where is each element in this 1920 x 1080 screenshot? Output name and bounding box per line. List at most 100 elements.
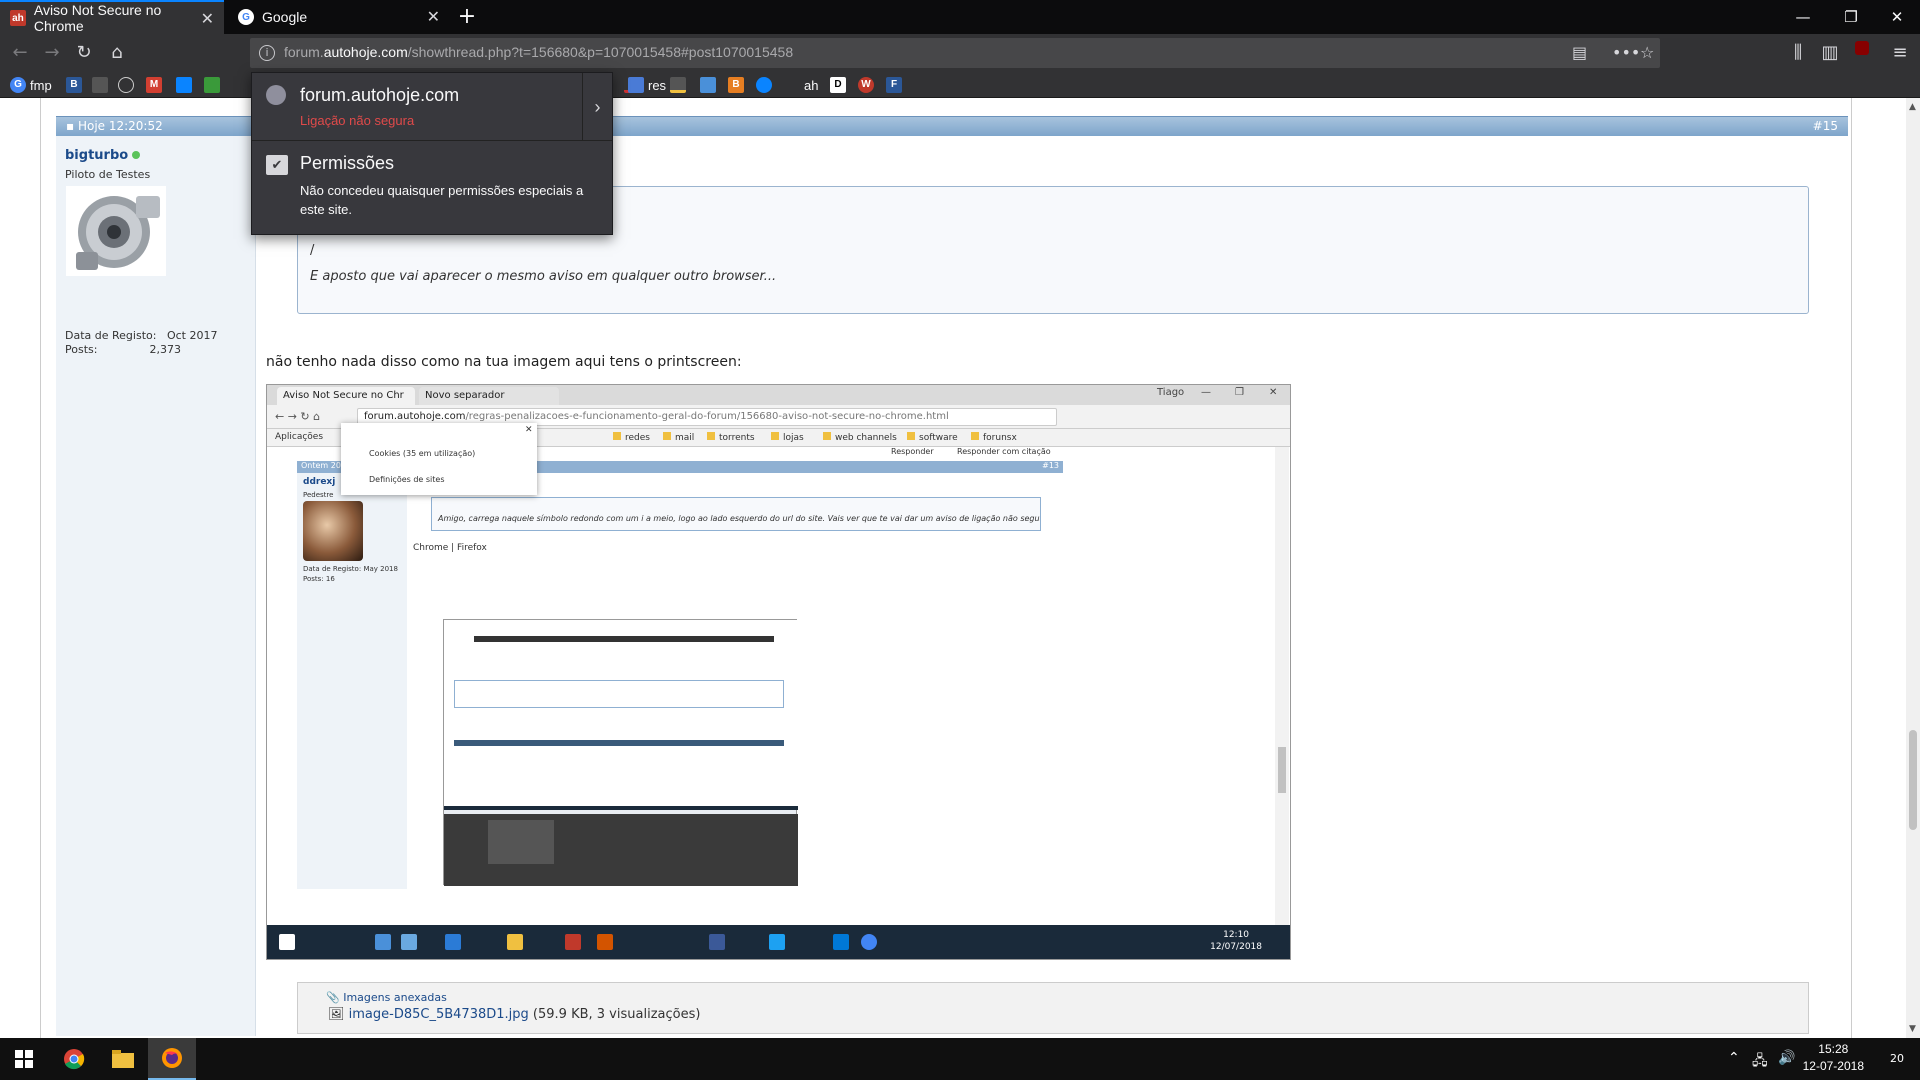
- attachment-link[interactable]: image-D85C_5B4738D1.jpg: [349, 1007, 529, 1022]
- bookmark-icon-5[interactable]: [176, 76, 196, 94]
- shot-app-icon: [597, 934, 613, 950]
- shot-edge-icon: [833, 934, 849, 950]
- restore-button[interactable]: ❐: [1828, 0, 1874, 34]
- insecure-warning: Ligação não segura: [300, 113, 415, 128]
- shot-bookmark: torrents: [707, 432, 755, 443]
- bookmark-f-icon: F: [886, 77, 902, 93]
- shot-nested-screenshots: [443, 619, 798, 886]
- volume-icon[interactable]: 🔊: [1778, 1050, 1795, 1066]
- taskbar-chrome[interactable]: [50, 1038, 98, 1080]
- google-icon: G: [10, 77, 26, 93]
- forward-button[interactable]: →: [38, 40, 66, 66]
- image-file-icon: 🖼: [328, 1007, 345, 1022]
- site-info-icon[interactable]: i: [259, 45, 275, 61]
- attached-screenshot-image[interactable]: Aviso Not Secure no Chr Novo separador T…: [266, 384, 1291, 960]
- show-hidden-icons-icon[interactable]: ⌃: [1728, 1050, 1740, 1066]
- bookmark-icon-13[interactable]: W: [858, 76, 878, 94]
- posts-row: Posts: 2,373: [65, 343, 181, 356]
- bookmark-icon-3[interactable]: [118, 76, 138, 94]
- sidebar-icon[interactable]: ▥: [1816, 40, 1844, 66]
- menu-icon[interactable]: ≡: [1886, 40, 1914, 66]
- action-center-button[interactable]: 20: [1884, 1046, 1910, 1072]
- username-link[interactable]: bigturbo: [65, 148, 141, 163]
- bookmark-icon-10[interactable]: B: [728, 76, 748, 94]
- shot-tab-2: Novo separador: [419, 387, 559, 405]
- back-button[interactable]: ←: [6, 40, 34, 66]
- permissions-icon: ✔: [266, 155, 288, 175]
- connection-section[interactable]: forum.autohoje.com Ligação não segura ›: [252, 73, 612, 141]
- url-text[interactable]: forum.autohoje.com/showthread.php?t=1566…: [284, 44, 793, 60]
- ublock-icon[interactable]: [1848, 40, 1876, 66]
- bookmark-icon-6[interactable]: [204, 76, 224, 94]
- chevron-right-icon[interactable]: ›: [582, 73, 612, 141]
- shot-app-icon: [565, 934, 581, 950]
- gmail-icon: M: [146, 77, 162, 93]
- bookmark-icon-9[interactable]: [700, 76, 720, 94]
- new-tab-button[interactable]: +: [452, 2, 482, 32]
- scrollbar-thumb[interactable]: [1909, 730, 1917, 830]
- bookmark-fmp[interactable]: G fmp: [10, 76, 52, 94]
- bookmark-star-icon[interactable]: ☆: [1640, 43, 1654, 62]
- reader-view-icon[interactable]: ▤: [1572, 43, 1587, 62]
- bookmark-icon-14[interactable]: F: [886, 76, 906, 94]
- bookmark-res[interactable]: res: [628, 76, 666, 94]
- site-identity-popup: forum.autohoje.com Ligação não segura › …: [251, 72, 613, 235]
- shot-start-icon: [279, 934, 295, 950]
- post-date: ▪ Hoje 12:20:52: [66, 119, 163, 133]
- tab-aviso[interactable]: ah Aviso Not Secure no Chrome ✕: [0, 0, 224, 34]
- network-icon[interactable]: 🖧: [1752, 1050, 1768, 1074]
- post-body-text: não tenho nada disso como na tua imagem …: [266, 354, 742, 370]
- firefox-icon: [162, 1048, 182, 1068]
- taskbar-file-explorer[interactable]: [99, 1038, 147, 1080]
- post-number[interactable]: #15: [1813, 119, 1838, 133]
- bookmark-icon-2[interactable]: [92, 76, 112, 94]
- permissions-description: Não concedeu quaisquer permissões especi…: [300, 183, 584, 217]
- shot-app-icon: [401, 934, 417, 950]
- shot-nav-icons: ← → ↻ ⌂: [275, 410, 321, 423]
- folder-icon: [112, 1050, 134, 1068]
- shot-app-icon: [445, 934, 461, 950]
- bookmark-dv-icon: D: [830, 77, 846, 93]
- shot-app-icon: [375, 934, 391, 950]
- start-button[interactable]: [0, 1038, 48, 1080]
- bookmark-icon-12[interactable]: D: [830, 76, 850, 94]
- shot-clock: 12:10 12/07/2018: [1210, 930, 1262, 952]
- page-actions-icon[interactable]: •••: [1612, 43, 1640, 62]
- tab-title: Aviso Not Secure no Chrome: [33, 2, 162, 34]
- shot-tab-1: Aviso Not Secure no Chr: [277, 387, 415, 405]
- bookmark-icon-4[interactable]: M: [146, 76, 166, 94]
- reload-button[interactable]: ↻: [70, 40, 98, 66]
- navigation-toolbar: ← → ↻ ⌂ i forum.autohoje.com/showthread.…: [0, 34, 1920, 72]
- shot-caption: Chrome | Firefox: [413, 543, 487, 553]
- shot-close-icon: ✕: [1269, 387, 1278, 398]
- registo-row: Data de Registo: Oct 2017: [65, 329, 218, 342]
- close-tab-icon[interactable]: ✕: [201, 9, 214, 29]
- bookmark-icon-1[interactable]: B: [66, 76, 86, 94]
- library-icon[interactable]: ⫼: [1784, 40, 1812, 66]
- bookmark-ah[interactable]: ah: [804, 76, 818, 94]
- page-scrollbar[interactable]: ▲ ▼: [1906, 98, 1920, 1038]
- shot-popup-sites: Definições de sites: [369, 475, 445, 484]
- bookmark-icon-11[interactable]: [756, 76, 776, 94]
- bookmark-green-icon: [204, 77, 220, 93]
- shot-minimize-icon: —: [1201, 387, 1211, 398]
- shot-reply: Responder: [891, 447, 934, 456]
- bookmark-icon-8[interactable]: [670, 76, 690, 94]
- shot-taskbar: 12:10 12/07/2018: [267, 925, 1290, 959]
- avatar[interactable]: [66, 186, 166, 276]
- scroll-down-icon: ▼: [1909, 1024, 1916, 1034]
- popup-host: forum.autohoje.com: [300, 85, 460, 105]
- globe-icon: [266, 85, 286, 105]
- system-clock[interactable]: 15:28 12-07-2018: [1803, 1041, 1864, 1075]
- close-window-button[interactable]: ✕: [1874, 0, 1920, 34]
- quote-line-2: E aposto que vai aparecer o mesmo aviso …: [310, 269, 777, 284]
- minimize-button[interactable]: —: [1780, 0, 1826, 34]
- autohoje-favicon-icon: ah: [10, 10, 26, 26]
- close-tab-icon[interactable]: ✕: [427, 7, 440, 27]
- taskbar-firefox[interactable]: [148, 1038, 196, 1080]
- tab-google[interactable]: G Google ✕: [228, 0, 450, 34]
- bookmark-w-icon: W: [858, 77, 874, 93]
- address-bar[interactable]: i forum.autohoje.com/showthread.php?t=15…: [250, 38, 1660, 68]
- shot-bookmark: lojas: [771, 432, 804, 443]
- home-button[interactable]: ⌂: [103, 40, 131, 66]
